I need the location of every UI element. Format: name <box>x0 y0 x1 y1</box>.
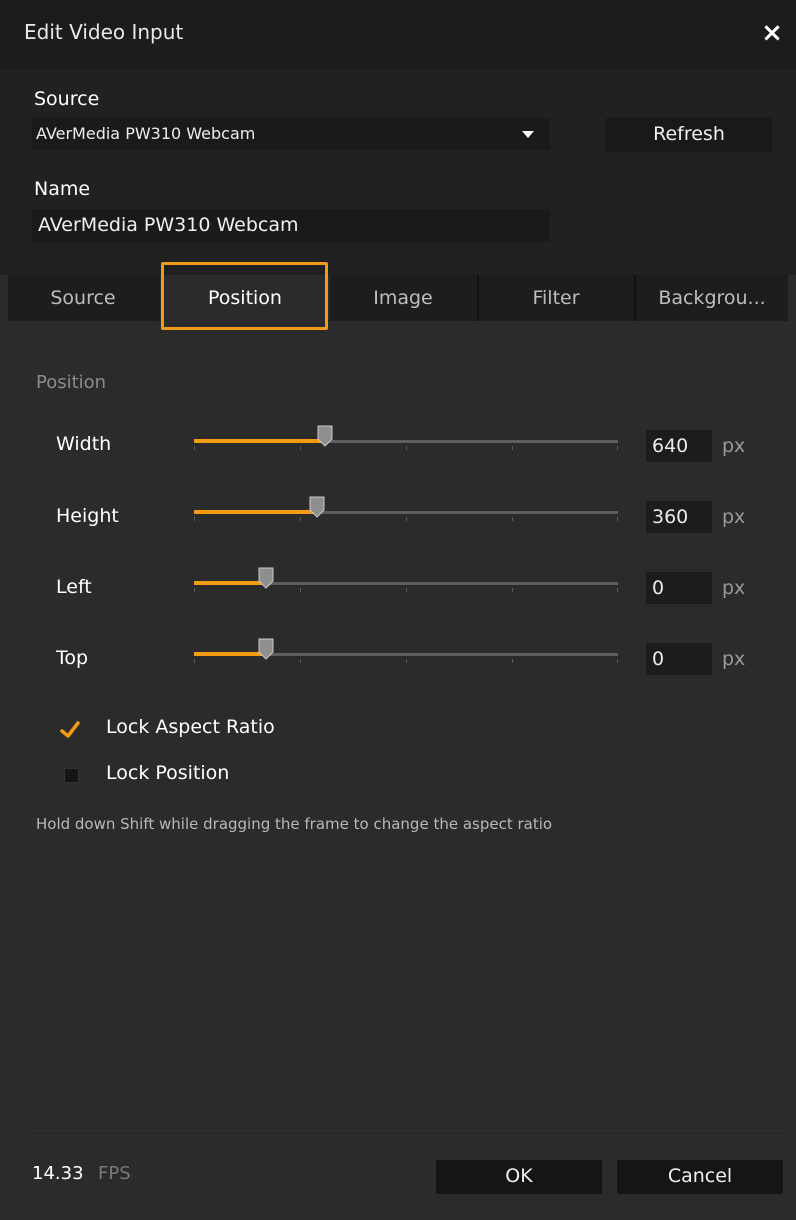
slider-tick <box>300 446 301 450</box>
slider-fill <box>194 510 317 514</box>
ok-button[interactable]: OK <box>436 1160 602 1194</box>
tab-bar: Source Position Image Filter Backgrou... <box>8 275 788 321</box>
slider-tick <box>512 446 513 450</box>
tab-background[interactable]: Backgrou... <box>636 275 788 321</box>
source-dropdown[interactable]: AVerMedia PW310 Webcam <box>32 118 550 150</box>
title-bar: Edit Video Input × <box>0 0 796 70</box>
width-input[interactable]: 640 <box>646 430 712 462</box>
name-input[interactable]: AVerMedia PW310 Webcam <box>32 209 550 242</box>
slider-tick <box>194 659 195 663</box>
slider-tick <box>617 517 618 521</box>
slider-tick <box>194 446 195 450</box>
hint-text: Hold down Shift while dragging the frame… <box>36 815 553 833</box>
dialog-title: Edit Video Input <box>24 20 184 44</box>
slider-thumb[interactable] <box>317 425 333 447</box>
slider-tick <box>512 588 513 592</box>
chevron-down-icon[interactable] <box>522 131 534 138</box>
lock-position-label: Lock Position <box>106 762 230 784</box>
name-input-value: AVerMedia PW310 Webcam <box>38 214 299 236</box>
slider-tick <box>406 446 407 450</box>
top-input[interactable]: 0 <box>646 643 712 675</box>
slider-fill <box>194 581 266 585</box>
source-selected-value: AVerMedia PW310 Webcam <box>36 124 256 143</box>
name-label: Name <box>34 178 91 200</box>
refresh-button[interactable]: Refresh <box>606 118 772 152</box>
left-slider[interactable] <box>194 567 618 593</box>
tab-image[interactable]: Image <box>330 275 476 321</box>
slider-tick <box>617 588 618 592</box>
slider-tick <box>617 659 618 663</box>
slider-thumb[interactable] <box>258 567 274 589</box>
slider-tick <box>406 588 407 592</box>
position-section-title: Position <box>36 372 107 393</box>
slider-tick <box>300 659 301 663</box>
cancel-button[interactable]: Cancel <box>617 1160 783 1194</box>
slider-tick <box>406 659 407 663</box>
header-panel <box>0 70 796 275</box>
left-input[interactable]: 0 <box>646 572 712 604</box>
left-value: 0 <box>652 577 665 599</box>
close-icon[interactable]: × <box>754 14 790 52</box>
tab-source[interactable]: Source <box>8 275 158 321</box>
active-tab-highlight <box>161 262 328 330</box>
checkmark-icon[interactable] <box>60 720 80 740</box>
top-label: Top <box>56 647 89 669</box>
height-label: Height <box>56 505 119 527</box>
height-value: 360 <box>652 506 689 528</box>
top-value: 0 <box>652 648 665 670</box>
edit-video-input-dialog: Edit Video Input × Source AVerMedia PW31… <box>0 0 796 1220</box>
fps-unit: FPS <box>98 1163 131 1184</box>
height-input[interactable]: 360 <box>646 501 712 533</box>
source-label: Source <box>34 88 100 110</box>
top-slider[interactable] <box>194 638 618 664</box>
height-slider[interactable] <box>194 496 618 522</box>
slider-tick <box>194 588 195 592</box>
slider-thumb[interactable] <box>258 638 274 660</box>
slider-thumb[interactable] <box>309 496 325 518</box>
width-label: Width <box>56 433 112 455</box>
slider-fill <box>194 439 325 443</box>
slider-tick <box>194 517 195 521</box>
width-slider[interactable] <box>194 425 618 451</box>
fps-value: 14.33 <box>32 1163 84 1184</box>
slider-tick <box>617 446 618 450</box>
slider-fill <box>194 652 266 656</box>
tab-filter[interactable]: Filter <box>479 275 633 321</box>
width-value: 640 <box>652 435 689 457</box>
lock-aspect-ratio-label: Lock Aspect Ratio <box>106 716 275 738</box>
height-unit: px <box>722 506 746 528</box>
left-label: Left <box>56 576 92 598</box>
slider-tick <box>406 517 407 521</box>
top-unit: px <box>722 648 746 670</box>
slider-tick <box>512 517 513 521</box>
width-unit: px <box>722 435 746 457</box>
left-unit: px <box>722 577 746 599</box>
checkbox-empty-icon[interactable] <box>64 768 79 783</box>
slider-tick <box>512 659 513 663</box>
footer-divider <box>32 1130 784 1131</box>
slider-tick <box>300 517 301 521</box>
slider-tick <box>300 588 301 592</box>
